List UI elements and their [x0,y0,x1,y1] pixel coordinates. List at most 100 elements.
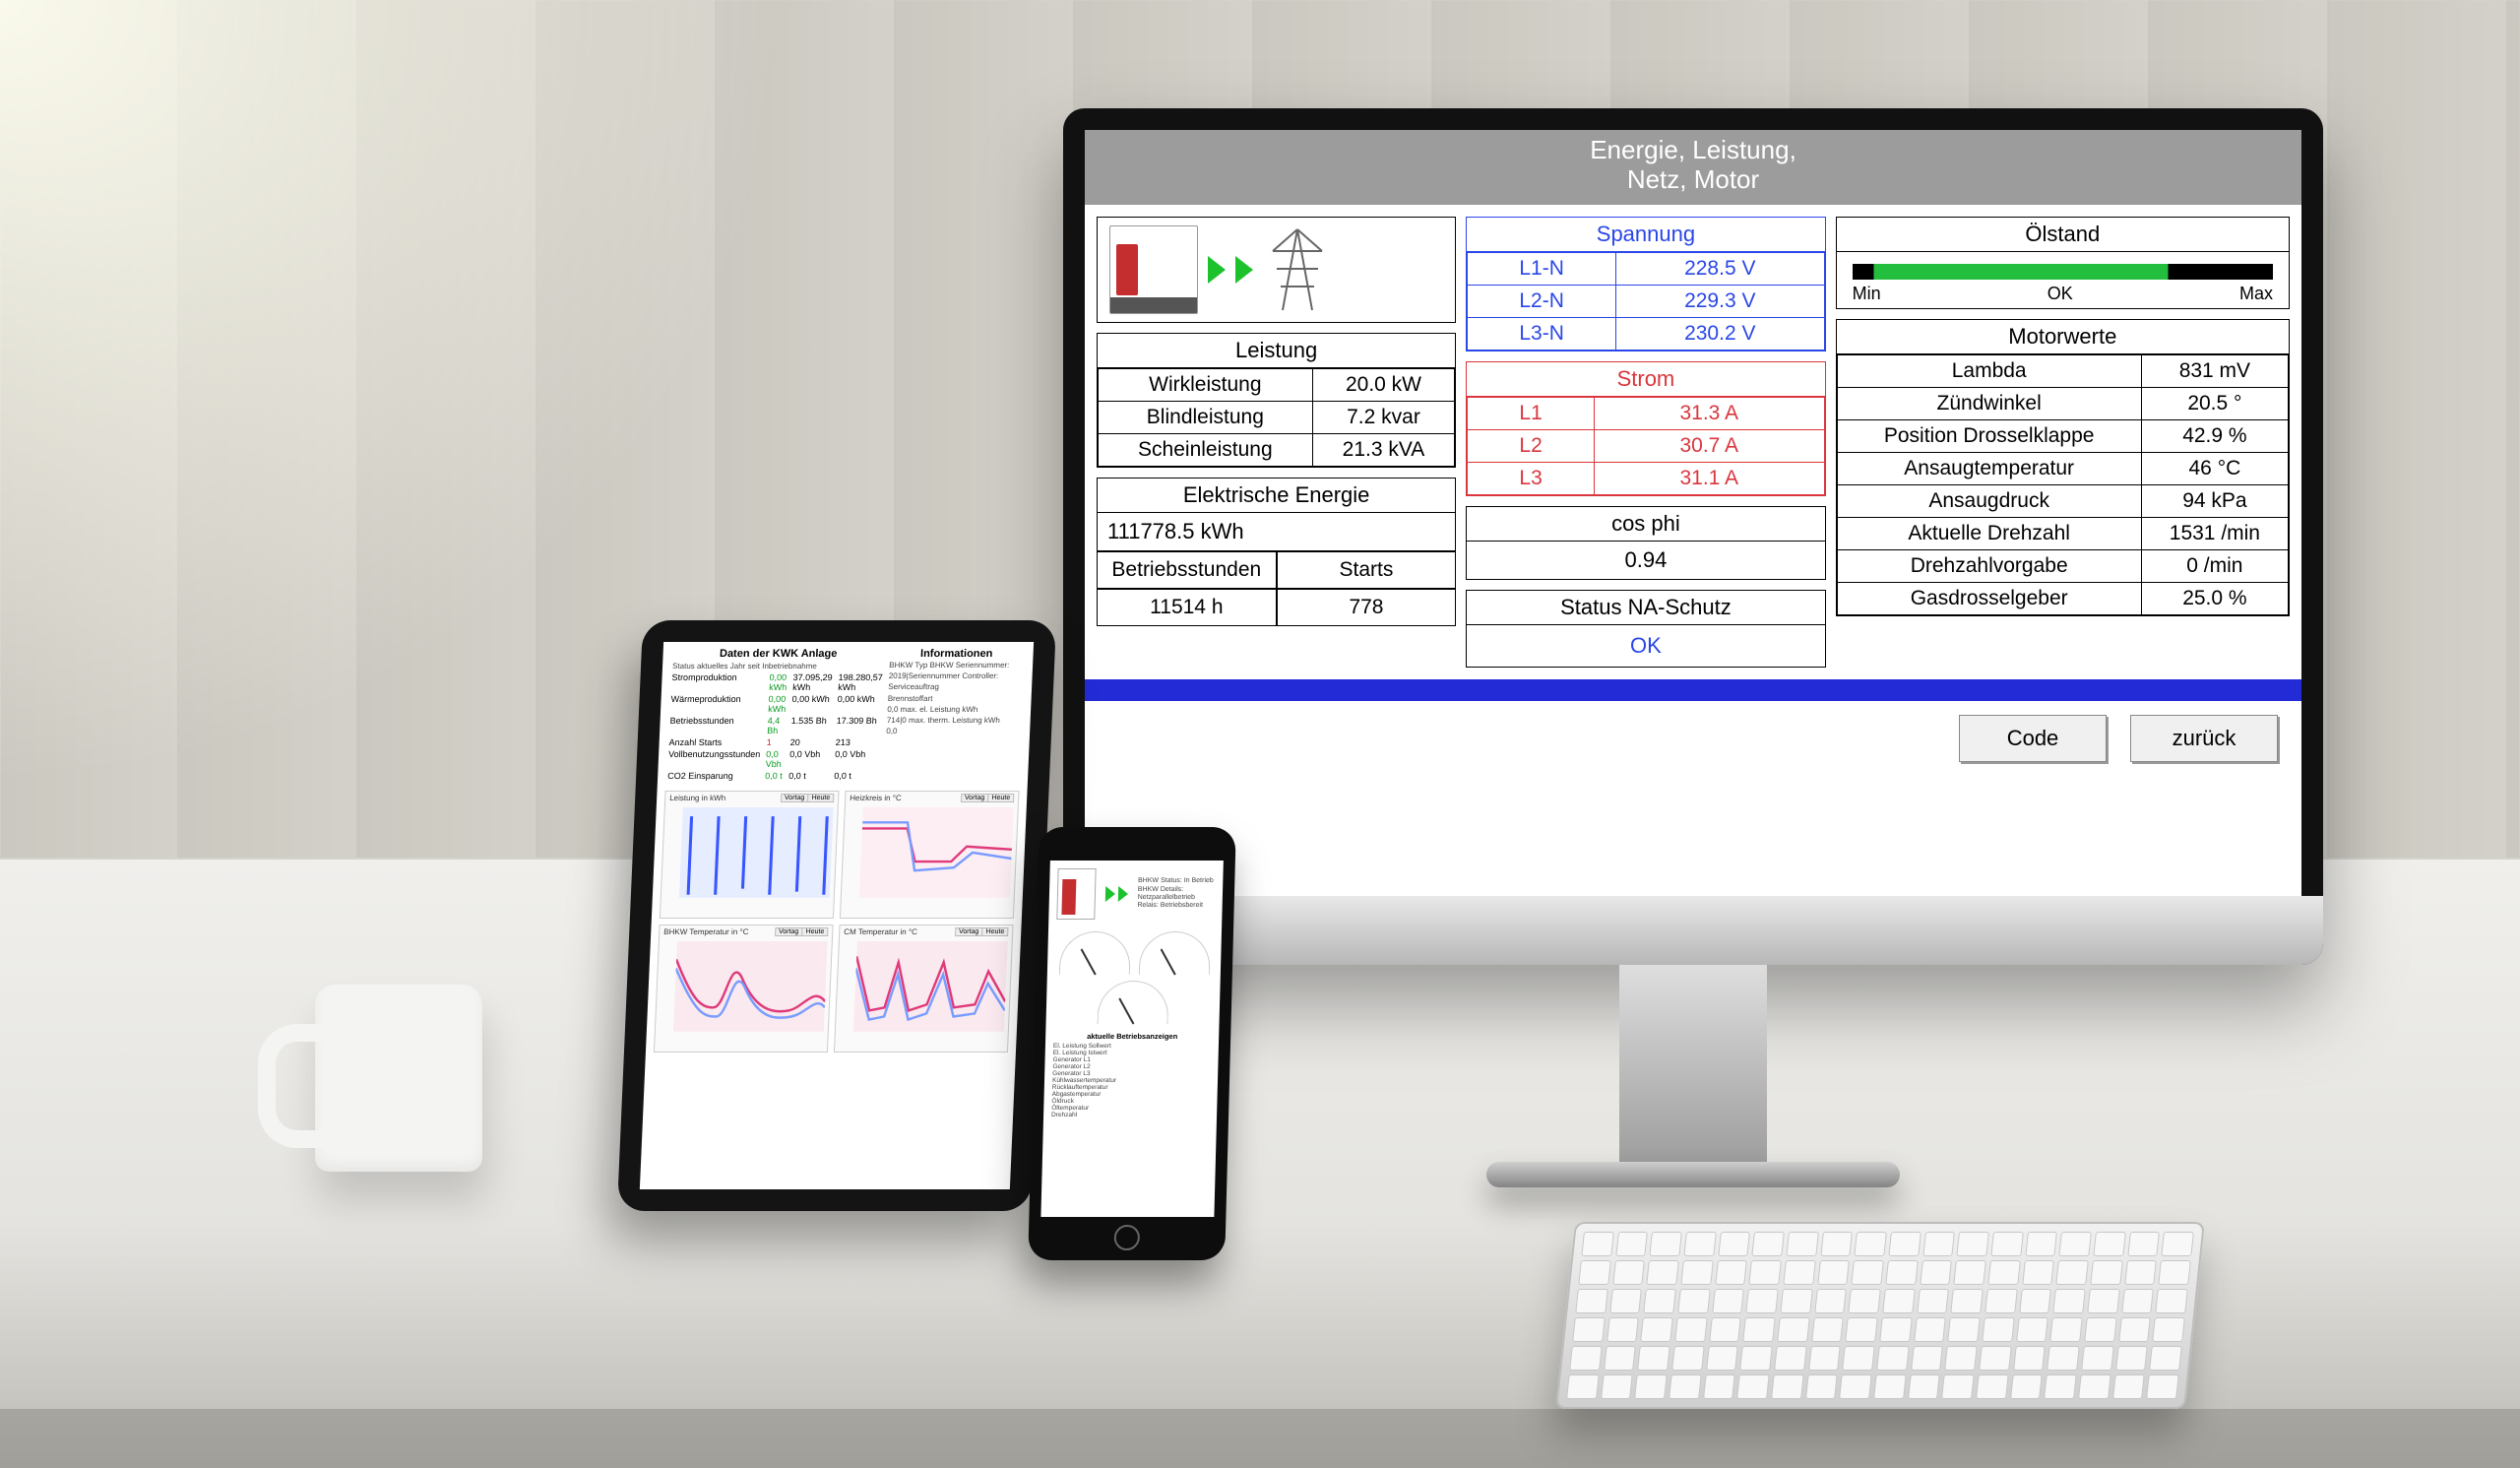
chp-unit-icon [1056,868,1096,920]
chp-unit-icon [1109,225,1198,314]
column-left: Leistung Wirkleistung 20.0 kW Blindleist… [1097,217,1456,668]
motor-value-6: 0 /min [2141,549,2288,582]
flow-arrow-icon [1117,886,1127,902]
motor-value-5: 1531 /min [2141,517,2288,549]
oil-label-min: Min [1853,284,1881,304]
panel-title-spannung: Spannung [1467,218,1824,252]
chart2-btn-prev[interactable]: Vortag [775,927,803,936]
motor-value-2: 42.9 % [2141,419,2288,452]
code-button[interactable]: Code [1959,715,2107,762]
leistung-label-0: Wirkleistung [1099,368,1313,401]
motor-label-7: Gasdrosselgeber [1837,582,2141,614]
chart1-btn-prev[interactable]: Vortag [961,794,989,802]
motor-label-5: Aktuelle Drehzahl [1837,517,2141,549]
motor-value-0: 831 mV [2141,354,2288,387]
flow-arrow-icon [1104,886,1114,902]
motor-label-0: Lambda [1837,354,2141,387]
power-pylon-icon [1263,225,1332,314]
oil-label-max: Max [2239,284,2273,304]
motor-label-3: Ansaugtemperatur [1837,452,2141,484]
page-title-line2: Netz, Motor [1085,165,2301,195]
na-schutz-title: Status NA-Schutz [1467,591,1824,625]
panel-el-energie: Elektrische Energie 111778.5 kWh [1097,478,1456,551]
oelstand-title: Ölstand [1837,218,2289,252]
chart3-btn-today[interactable]: Heute [981,927,1008,936]
chart-bhkw-temp[interactable]: BHKW Temperatur in °C Vortag Heute [654,925,834,1053]
gauge-2 [1138,931,1210,975]
strom-label-1: L2 [1468,429,1595,462]
phone-home-button[interactable] [1114,1225,1141,1250]
column-middle: Spannung L1-N 228.5 V L2-N 229.3 V L3-N … [1466,217,1825,668]
monitor-stand [1619,965,1767,1172]
strom-value-0: 31.3 A [1594,397,1824,429]
phone-readings-list: El. Leistung Sollwert El. Leistung Istwe… [1043,1041,1219,1120]
motor-value-4: 94 kPa [2141,484,2288,517]
el-energie-title: Elektrische Energie [1098,479,1455,513]
tablet-section-info-title: Informationen [890,648,1024,660]
spannung-value-0: 228.5 V [1615,252,1824,285]
phone-list-title: aktuelle Betriebsanzeigen [1045,1028,1219,1041]
gauge-1 [1058,931,1130,975]
strom-value-2: 31.1 A [1594,462,1824,494]
leistung-label-1: Blindleistung [1099,401,1313,433]
motor-label-1: Zündwinkel [1837,387,2141,419]
oil-label-ok: OK [2048,284,2073,304]
phone-status-lines: BHKW Status: In Betrieb BHKW Details: Ne… [1137,877,1215,911]
desktop-monitor: Energie, Leistung, Netz, Motor Leistung [1063,108,2323,965]
strom-label-2: L3 [1468,462,1595,494]
spannung-label-2: L3-N [1468,317,1616,350]
tablet-data-grid: Stromproduktion0,00 kWh37.095,29 kWh198.… [667,672,883,781]
panel-leistung: Leistung Wirkleistung 20.0 kW Blindleist… [1097,333,1456,468]
keyboard [1555,1222,2205,1409]
monitor-foot [1486,1162,1900,1187]
leistung-value-2: 21.3 kVA [1312,433,1455,466]
chart-leistung[interactable]: Leistung in kWh Vortag Heute [660,791,840,919]
panel-title-strom: Strom [1467,362,1824,397]
tablet-screen: Daten der KWK Anlage Status aktuelles Ja… [640,642,1034,1189]
chart-heizkreis[interactable]: Heizkreis in °C Vortag Heute [840,791,1020,919]
tablet-device: Daten der KWK Anlage Status aktuelles Ja… [617,620,1056,1211]
el-energie-value: 111778.5 kWh [1098,513,1455,550]
monitor-screen: Energie, Leistung, Netz, Motor Leistung [1085,130,2301,896]
chart3-btn-prev[interactable]: Vortag [955,927,983,936]
chart2-btn-today[interactable]: Heute [801,927,828,936]
panel-spannung: Spannung L1-N 228.5 V L2-N 229.3 V L3-N … [1466,217,1825,351]
panel-na-schutz: Status NA-Schutz OK [1466,590,1825,668]
motor-label-2: Position Drosselklappe [1837,419,2141,452]
motor-label-6: Drehzahlvorgabe [1837,549,2141,582]
spannung-value-1: 229.3 V [1615,285,1824,317]
na-schutz-value: OK [1467,625,1824,667]
spannung-value-2: 230.2 V [1615,317,1824,350]
chart1-btn-today[interactable]: Heute [987,794,1014,802]
motor-value-3: 46 °C [2141,452,2288,484]
gauge-3 [1098,981,1169,1024]
oil-level-bar [1853,264,2273,280]
panel-motorwerte: Motorwerte Lambda831 mV Zündwinkel20.5 °… [1836,319,2290,616]
panel-oelstand: Ölstand Min OK Max [1836,217,2290,309]
chart-cm-temp[interactable]: CM Temperatur in °C Vortag Heute [834,925,1014,1053]
coffee-mug [315,985,482,1172]
flow-arrow-icon [1208,256,1226,284]
page-title: Energie, Leistung, Netz, Motor [1085,130,2301,205]
betriebsstunden-title: Betriebsstunden [1097,551,1277,589]
betriebsstunden-value: 11514 h [1097,589,1277,626]
flow-arrow-icon [1235,256,1253,284]
back-button[interactable]: zurück [2130,715,2278,762]
motor-value-1: 20.5 ° [2141,387,2288,419]
monitor-chin [1063,896,2323,965]
panel-cosphi: cos phi 0.94 [1466,506,1825,580]
motorwerte-title: Motorwerte [1837,320,2289,354]
column-right: Ölstand Min OK Max Motorwerte Lambda [1836,217,2290,668]
starts-value: 778 [1277,589,1457,626]
cosphi-title: cos phi [1467,507,1824,542]
page-title-line1: Energie, Leistung, [1085,136,2301,165]
panel-strom: Strom L1 31.3 A L2 30.7 A L3 31.1 A [1466,361,1825,496]
tablet-charts-grid: Leistung in kWh Vortag Heute Heizkreis i… [646,787,1028,1060]
chart0-btn-today[interactable]: Heute [807,794,834,802]
motor-label-4: Ansaugdruck [1837,484,2141,517]
chart0-btn-prev[interactable]: Vortag [781,794,809,802]
panel-title-leistung: Leistung [1098,334,1455,368]
generator-to-grid-illustration [1097,217,1456,323]
leistung-label-2: Scheinleistung [1099,433,1313,466]
starts-title: Starts [1277,551,1457,589]
